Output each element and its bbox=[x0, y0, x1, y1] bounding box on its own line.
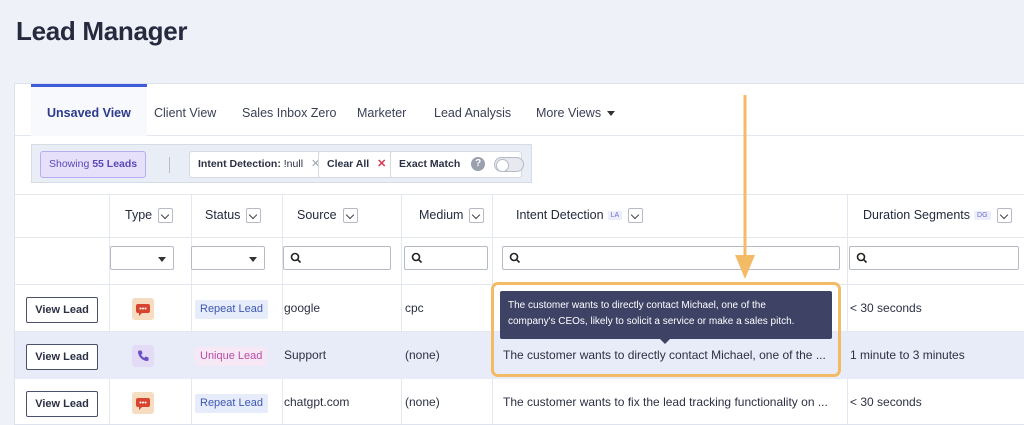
tab-client-view[interactable]: Client View bbox=[154, 84, 216, 136]
column-header-source: Source bbox=[297, 194, 358, 237]
column-menu-icon[interactable] bbox=[996, 208, 1012, 224]
view-tabs: Unsaved View Client View Sales Inbox Zer… bbox=[15, 84, 1024, 136]
showing-count: 55 Leads bbox=[92, 158, 138, 170]
column-tag: LA bbox=[607, 211, 623, 221]
exact-match-toggle[interactable] bbox=[494, 156, 525, 172]
search-icon bbox=[411, 252, 423, 264]
tab-marketer[interactable]: Marketer bbox=[357, 84, 406, 136]
column-menu-icon[interactable] bbox=[158, 208, 174, 224]
status-filter-select[interactable] bbox=[191, 246, 265, 270]
view-lead-button[interactable]: View Lead bbox=[26, 391, 98, 417]
chat-icon bbox=[132, 298, 154, 320]
source-search-input[interactable] bbox=[283, 246, 391, 270]
showing-prefix: Showing bbox=[49, 158, 90, 170]
tab-unsaved-view[interactable]: Unsaved View bbox=[31, 84, 147, 136]
column-menu-icon[interactable] bbox=[628, 208, 644, 224]
exact-match-control: Exact Match ? bbox=[390, 151, 525, 178]
column-header-duration: Duration Segments DG bbox=[863, 194, 1012, 237]
intent-filter-label: Intent Detection: bbox=[198, 158, 281, 170]
view-lead-button[interactable]: View Lead bbox=[26, 297, 98, 323]
down-arrow-icon bbox=[735, 95, 755, 279]
intent-filter-chip[interactable]: Intent Detection: !null ✕ bbox=[189, 151, 330, 178]
column-header-duration-label: Duration Segments bbox=[863, 208, 971, 222]
tab-more-views[interactable]: More Views bbox=[536, 84, 616, 136]
medium-cell: cpc bbox=[405, 301, 424, 315]
column-tag: DG bbox=[974, 211, 991, 221]
clear-all-label: Clear All bbox=[327, 158, 370, 170]
intent-tooltip: The customer wants to directly contact M… bbox=[500, 291, 832, 344]
chat-icon bbox=[132, 392, 154, 414]
column-header-status-label: Status bbox=[205, 208, 241, 222]
search-icon bbox=[856, 252, 868, 264]
type-filter-select[interactable] bbox=[110, 246, 174, 270]
intent-search-input[interactable] bbox=[502, 246, 840, 270]
tab-more-views-label: More Views bbox=[536, 106, 602, 120]
table-row: View Lead Repeat Lead chatgpt.com (none)… bbox=[15, 379, 1024, 425]
column-header-intent: Intent Detection LA bbox=[516, 194, 644, 237]
status-badge: Unique Lead bbox=[195, 347, 268, 366]
medium-cell: (none) bbox=[405, 348, 440, 362]
column-menu-icon[interactable] bbox=[469, 208, 485, 224]
caret-down-icon bbox=[607, 111, 616, 117]
column-menu-icon[interactable] bbox=[246, 208, 262, 224]
column-header-medium: Medium bbox=[419, 194, 485, 237]
search-icon bbox=[290, 252, 302, 264]
help-icon[interactable]: ? bbox=[471, 157, 486, 172]
clear-all-icon: ✕ bbox=[377, 158, 387, 170]
column-header-type-label: Type bbox=[125, 208, 153, 222]
exact-match-label: Exact Match bbox=[399, 158, 461, 170]
duration-cell: < 30 seconds bbox=[850, 395, 922, 409]
column-menu-icon[interactable] bbox=[342, 208, 358, 224]
phone-icon bbox=[132, 345, 154, 367]
view-lead-button[interactable]: View Lead bbox=[26, 344, 98, 370]
intent-filter-value: !null bbox=[283, 158, 304, 170]
filter-bar: Showing 55 Leads Intent Detection: !null… bbox=[31, 144, 532, 183]
status-badge: Repeat Lead bbox=[195, 394, 268, 413]
search-icon bbox=[509, 252, 521, 264]
filter-divider bbox=[169, 157, 170, 173]
duration-cell: < 30 seconds bbox=[850, 301, 922, 315]
duration-cell: 1 minute to 3 minutes bbox=[850, 348, 965, 362]
column-header-type: Type bbox=[125, 194, 174, 237]
clear-all-button[interactable]: Clear All ✕ bbox=[318, 151, 396, 178]
source-cell: Support bbox=[284, 348, 327, 362]
column-header-status: Status bbox=[205, 194, 262, 237]
duration-search-input[interactable] bbox=[849, 246, 1019, 270]
medium-cell: (none) bbox=[405, 395, 440, 409]
tab-sales-inbox-zero[interactable]: Sales Inbox Zero bbox=[242, 84, 337, 136]
lead-count-badge: Showing 55 Leads bbox=[40, 151, 147, 178]
tab-lead-analysis[interactable]: Lead Analysis bbox=[434, 84, 511, 136]
column-header-intent-label: Intent Detection bbox=[516, 208, 604, 222]
column-header-source-label: Source bbox=[297, 208, 337, 222]
column-header-medium-label: Medium bbox=[419, 208, 464, 222]
source-cell: chatgpt.com bbox=[284, 395, 350, 409]
intent-cell: The customer wants to fix the lead track… bbox=[503, 395, 828, 409]
medium-search-input[interactable] bbox=[404, 246, 488, 270]
status-badge: Repeat Lead bbox=[195, 300, 268, 319]
tooltip-line: The customer wants to directly contact M… bbox=[508, 300, 766, 311]
tooltip-line: company's CEOs, likely to solicit a serv… bbox=[508, 316, 795, 327]
page-title: Lead Manager bbox=[16, 16, 188, 46]
source-cell: google bbox=[284, 301, 321, 315]
